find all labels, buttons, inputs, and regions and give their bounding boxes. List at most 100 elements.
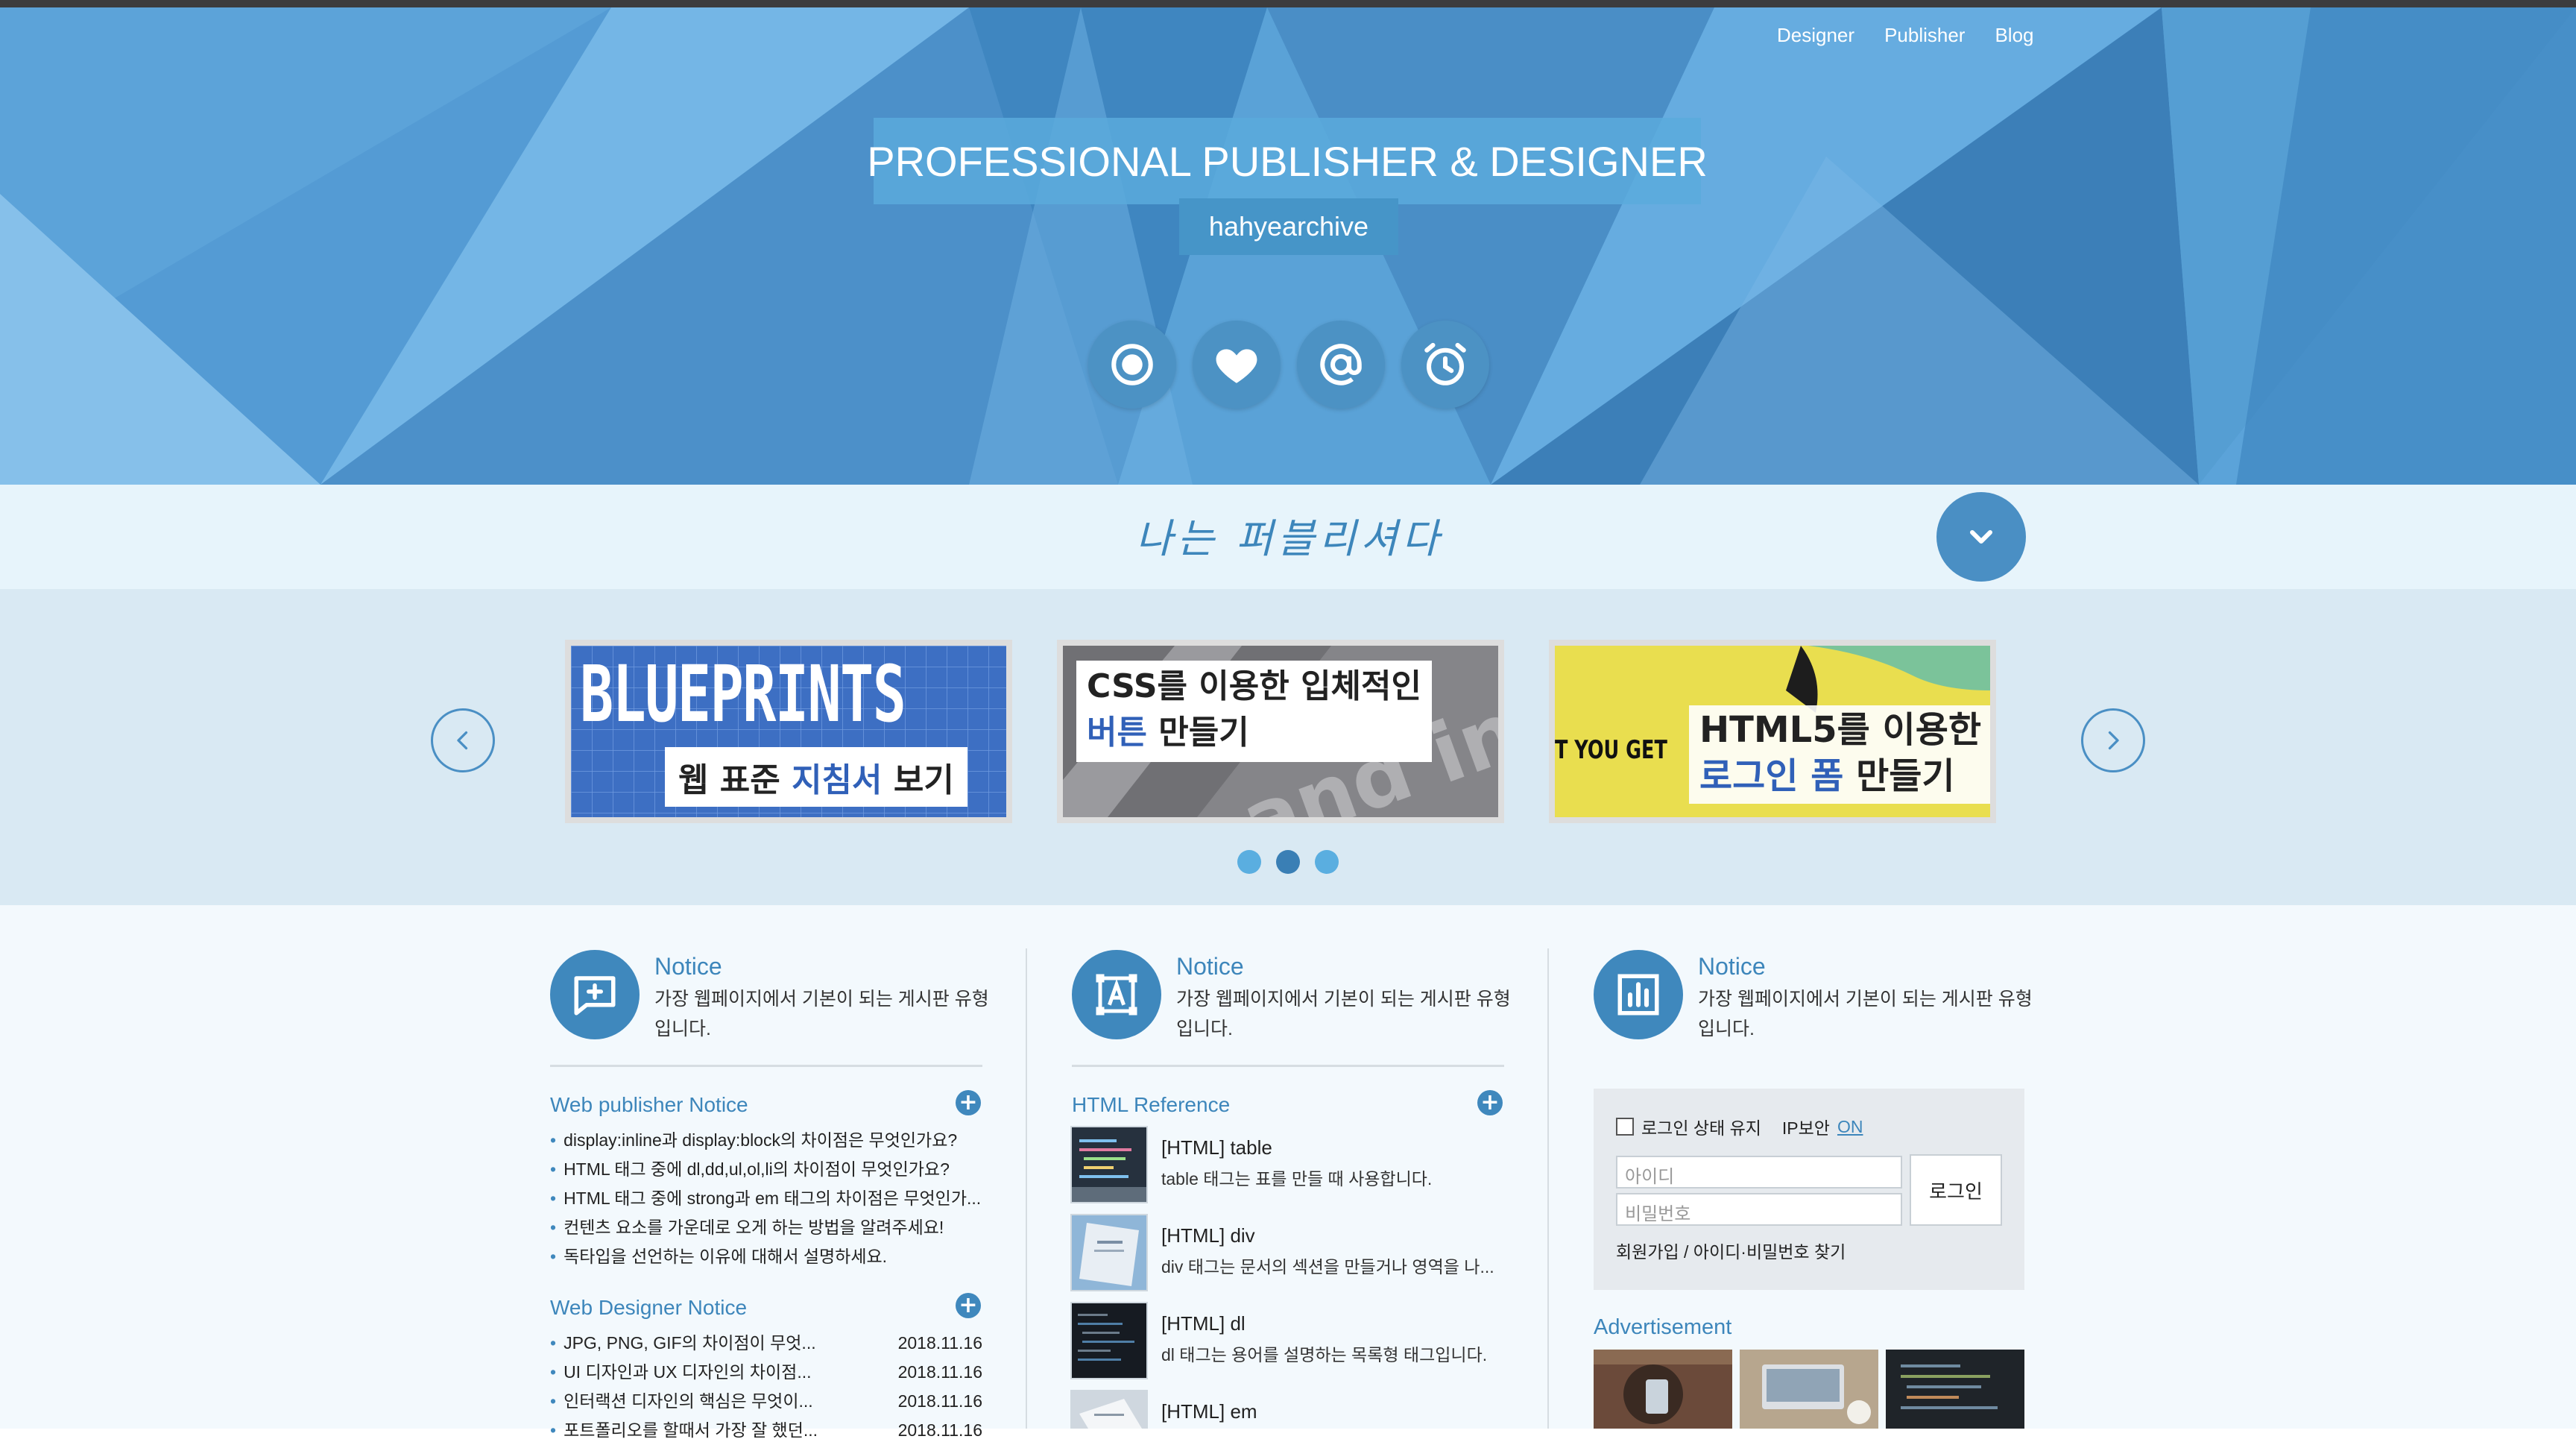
advertisement-image[interactable]	[1740, 1350, 1878, 1429]
nav-publisher[interactable]: Publisher	[1884, 24, 1965, 47]
reference-thumbnail	[1070, 1390, 1148, 1429]
slider-prev-button[interactable]	[431, 708, 495, 772]
list-item[interactable]: 독타입을 선언하는 이유에 대해서 설명하세요.	[550, 1242, 982, 1271]
list-item[interactable]: UI 디자인과 UX 디자인의 차이점...2018.11.16	[550, 1358, 982, 1387]
column-divider	[1547, 948, 1549, 1429]
slide2-caption: CSS를 이용한 입체적인 버튼 만들기	[1076, 661, 1432, 762]
publisher-notice-title[interactable]: Web publisher Notice	[550, 1093, 748, 1117]
reference-item[interactable]: [HTML] table table 태그는 표를 만들 때 사용합니다.	[1070, 1126, 1518, 1208]
add-comment-icon	[574, 976, 616, 1016]
hero-title: PROFESSIONAL PUBLISHER & DESIGNER	[867, 137, 1708, 185]
bar-chart-icon	[1617, 974, 1659, 1016]
nav-blog[interactable]: Blog	[1995, 24, 2033, 47]
slider-dot[interactable]	[1237, 850, 1261, 874]
advertisement-image[interactable]	[1594, 1350, 1732, 1429]
reference-title: [HTML] em	[1161, 1400, 1257, 1423]
slogan-text: 나는 퍼블리셔다	[1135, 515, 1444, 562]
column2-divider	[1072, 1065, 1504, 1067]
column1-divider	[550, 1065, 982, 1067]
html-reference-title[interactable]: HTML Reference	[1072, 1093, 1230, 1117]
keep-login-label: 로그인 상태 유지	[1641, 1118, 1761, 1138]
nav-designer[interactable]: Designer	[1777, 24, 1854, 47]
reference-item[interactable]: [HTML] em	[1070, 1390, 1518, 1429]
column1-title: Notice	[654, 953, 722, 980]
designer-notice-list: JPG, PNG, GIF의 차이점이 무엇...2018.11.16 UI 디…	[550, 1329, 982, 1445]
column2-icon-badge	[1072, 950, 1161, 1039]
list-item[interactable]: 컨텐츠 요소를 가운데로 오게 하는 방법을 알려주세요!	[550, 1213, 982, 1242]
reference-item[interactable]: [HTML] div div 태그는 문서의 섹션을 만들거나 영역을 나...	[1070, 1214, 1518, 1296]
hero-icon-row	[1088, 321, 1489, 409]
column2-desc: 가장 웹페이지에서 기본이 되는 게시판 유형 입니다.	[1176, 989, 1511, 1039]
user-id-field[interactable]: 아이디	[1616, 1156, 1902, 1189]
publisher-notice-more-button[interactable]: +	[956, 1090, 981, 1115]
reference-title: [HTML] dl	[1161, 1312, 1246, 1335]
reference-title: [HTML] table	[1161, 1136, 1272, 1159]
advertisement-image[interactable]	[1886, 1350, 2024, 1429]
alarm-clock-icon	[1424, 342, 1466, 385]
column3-title: Notice	[1698, 953, 1766, 980]
keep-login-checkbox[interactable]	[1616, 1118, 1634, 1136]
publisher-notice-list: display:inline과 display:block의 차이점은 무엇인가…	[550, 1126, 982, 1271]
list-item[interactable]: JPG, PNG, GIF의 차이점이 무엇...2018.11.16	[550, 1329, 982, 1358]
hero-subtitle: hahyearchive	[1208, 211, 1369, 242]
chevron-down-icon	[1970, 530, 1992, 544]
slider-dot[interactable]	[1315, 850, 1339, 874]
at-sign-icon	[1320, 344, 1362, 385]
hero-title-box: PROFESSIONAL PUBLISHER & DESIGNER	[867, 118, 1708, 204]
login-panel: 로그인 상태 유지 IP보안 ON 아이디 비밀번호 로그인 회원가입 / 아이…	[1594, 1089, 2024, 1290]
top-nav: Designer Publisher Blog	[1777, 24, 2034, 47]
browser-top-bar	[0, 0, 2576, 7]
password-field[interactable]: 비밀번호	[1616, 1193, 1902, 1226]
ip-security-toggle[interactable]: ON	[1837, 1117, 1863, 1137]
column1-desc: 가장 웹페이지에서 기본이 되는 게시판 유형 입니다.	[654, 989, 989, 1039]
slide3-side-text: T YOU GET	[1555, 735, 1667, 765]
hero-subtitle-box: hahyearchive	[1179, 198, 1398, 255]
designer-notice-title[interactable]: Web Designer Notice	[550, 1296, 747, 1320]
reference-desc: dl 태그는 용어를 설명하는 목록형 태그입니다.	[1161, 1345, 1488, 1364]
login-button[interactable]: 로그인	[1910, 1154, 2002, 1226]
slide3-caption: HTML5를 이용한 로그인 폼 만들기	[1689, 705, 1990, 804]
join-find-link[interactable]: 회원가입 / 아이디·비밀번호 찾기	[1616, 1238, 1846, 1263]
ip-security-label: IP보안	[1781, 1118, 1830, 1138]
advertisement-title: Advertisement	[1594, 1315, 1732, 1339]
chevron-right-icon	[2108, 731, 2119, 750]
slide-css-button[interactable]: and inte CSS를 이용한 입체적인 버튼 만들기	[1057, 640, 1504, 823]
list-item[interactable]: HTML 태그 중에 dl,dd,ul,ol,li의 차이점이 무엇인가요?	[550, 1155, 982, 1184]
slider-pagination	[1237, 850, 1339, 874]
slider-next-button[interactable]	[2081, 708, 2145, 772]
hero-header: Designer Publisher Blog PROFESSIONAL PUB…	[0, 7, 2576, 485]
reference-desc: div 태그는 문서의 섹션을 만들거나 영역을 나...	[1161, 1257, 1494, 1276]
column1-icon-badge	[550, 950, 640, 1039]
email-button[interactable]	[1297, 321, 1385, 409]
reference-title: [HTML] div	[1161, 1224, 1255, 1247]
text-select-icon	[1096, 974, 1137, 1016]
html-reference-more-button[interactable]: +	[1477, 1090, 1503, 1115]
chevron-left-icon	[457, 731, 468, 750]
slider-dot-active[interactable]	[1276, 850, 1300, 874]
column2-title: Notice	[1176, 953, 1244, 980]
record-button[interactable]	[1088, 321, 1176, 409]
list-item[interactable]: 포트폴리오를 할때서 가장 잘 했던...2018.11.16	[550, 1416, 982, 1445]
list-item[interactable]: 인터랙션 디자인의 핵심은 무엇이...2018.11.16	[550, 1387, 982, 1416]
column3-desc: 가장 웹페이지에서 기본이 되는 게시판 유형 입니다.	[1698, 989, 2033, 1039]
column3-icon-badge	[1594, 950, 1683, 1039]
login-options: 로그인 상태 유지 IP보안 ON	[1616, 1114, 1863, 1139]
designer-notice-more-button[interactable]: +	[956, 1293, 981, 1318]
record-icon	[1111, 344, 1153, 385]
reference-thumbnail	[1070, 1302, 1148, 1379]
reference-item[interactable]: [HTML] dl dl 태그는 용어를 설명하는 목록형 태그입니다.	[1070, 1302, 1518, 1384]
alarm-button[interactable]	[1401, 321, 1489, 409]
heart-button[interactable]	[1193, 321, 1281, 409]
scroll-down-button[interactable]	[1936, 492, 2026, 582]
reference-thumbnail	[1070, 1126, 1148, 1203]
slide1-big-text: BLUEPRINTS	[580, 649, 906, 740]
heart-icon	[1216, 349, 1257, 383]
column-divider	[1026, 948, 1027, 1429]
reference-thumbnail	[1070, 1214, 1148, 1291]
slide-web-standards[interactable]: BLUEPRINTS 웹 표준 지침서 보기	[565, 640, 1012, 823]
list-item[interactable]: display:inline과 display:block의 차이점은 무엇인가…	[550, 1126, 982, 1155]
reference-desc: table 태그는 표를 만들 때 사용합니다.	[1161, 1169, 1433, 1189]
slide1-caption: 웹 표준 지침서 보기	[665, 747, 967, 807]
list-item[interactable]: HTML 태그 중에 strong과 em 태그의 차이점은 무엇인가...	[550, 1184, 982, 1213]
slide-html5-login[interactable]: T YOU GET HTML5를 이용한 로그인 폼 만들기	[1549, 640, 1996, 823]
